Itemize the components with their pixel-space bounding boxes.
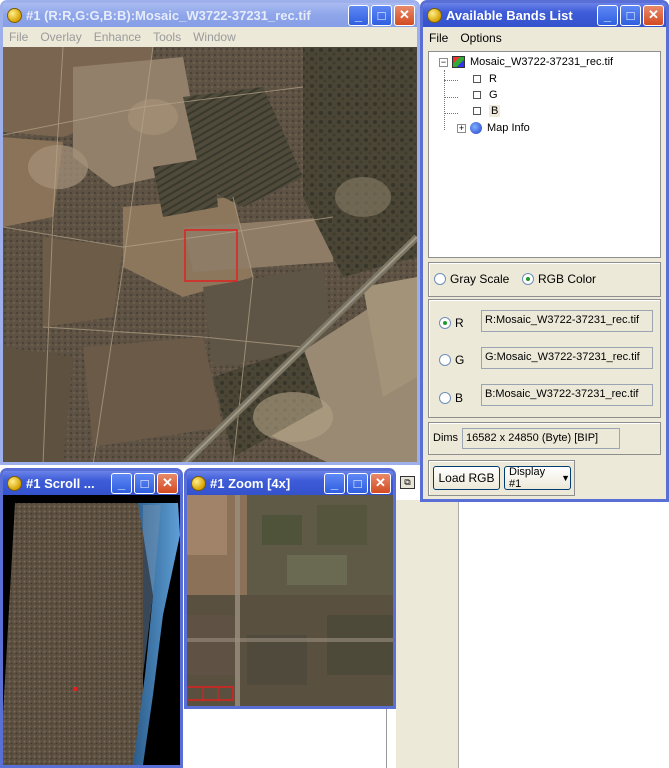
close-button[interactable]: ✕ [370,472,391,494]
color-mode-group: Gray Scale RGB Color [428,262,661,297]
tree-band-b[interactable]: B [473,105,501,117]
action-group: Load RGB Display #1 ▼ [428,460,575,496]
channel-g-radio[interactable] [439,354,451,366]
channel-b-radio[interactable] [439,392,451,404]
background-panel [396,500,459,768]
window-link-icon[interactable]: ⧉ [400,476,415,489]
tree-band-g[interactable]: G [473,89,498,101]
scroll-window-titlebar[interactable]: #1 Scroll ... _ □ ✕ [3,471,180,495]
tree-map-info[interactable]: + Map Info [457,122,530,134]
minimize-button[interactable]: _ [597,4,618,26]
envi-globe-icon [7,7,22,23]
rgb-channel-group: R R:Mosaic_W3722-37231_rec.tif G G:Mosai… [428,299,661,418]
channel-g-label: G [455,353,465,367]
image-menubar: File Overlay Enhance Tools Window [3,27,417,47]
dims-group: Dims 16582 x 24850 (Byte) [BIP] [428,422,661,455]
scroll-overview-image[interactable] [3,495,180,765]
bands-window-title: Available Bands List [446,7,573,23]
envi-globe-icon [427,7,442,23]
band-r-label: R [489,73,497,85]
tree-connector [444,97,458,98]
minimize-button[interactable]: _ [348,4,369,26]
channel-b-option[interactable]: B [439,391,463,405]
file-stack-icon [452,56,465,68]
menu-tools[interactable]: Tools [147,30,187,44]
menu-window[interactable]: Window [187,30,242,44]
channel-r-label: R [455,316,464,330]
zoom-window-title: #1 Zoom [4x] [210,475,291,491]
channel-g-option[interactable]: G [439,353,464,367]
zoom-image[interactable] [187,495,393,706]
channel-r-option[interactable]: R [439,316,464,330]
collapse-icon[interactable]: − [439,57,448,67]
image-window-titlebar[interactable]: #1 (R:R,G:G,B:B):Mosaic_W3722-37231_rec.… [3,3,417,27]
rgb-color-option[interactable]: RGB Color [522,272,596,286]
rgb-color-label: RGB Color [538,272,597,286]
satellite-image[interactable] [3,47,417,465]
tree-file-node[interactable]: − Mosaic_W3722-37231_rec.tif [439,56,613,68]
bands-window-titlebar[interactable]: Available Bands List _ □ ✕ [423,3,666,27]
scroll-window: #1 Scroll ... _ □ ✕ [0,468,183,768]
rgb-color-radio[interactable] [522,273,534,285]
channel-b-field[interactable]: B:Mosaic_W3722-37231_rec.tif [481,384,653,406]
minimize-button[interactable]: _ [111,472,132,494]
menu-options[interactable]: Options [454,31,507,45]
bands-menubar: File Options [423,27,666,48]
gray-scale-option[interactable]: Gray Scale [434,272,509,286]
dims-value: 16582 x 24850 (Byte) [BIP] [462,428,620,449]
tree-band-r[interactable]: R [473,73,497,85]
band-leaf-icon [473,91,481,99]
background-divider [386,709,387,768]
channel-b-label: B [455,391,464,405]
tree-connector [444,113,458,114]
expand-icon[interactable]: + [457,123,466,133]
map-info-label: Map Info [487,122,530,134]
channel-r-radio[interactable] [439,317,451,329]
menu-file[interactable]: File [3,30,34,44]
maximize-button[interactable]: □ [134,472,155,494]
maximize-button[interactable]: □ [620,4,641,26]
band-g-label: G [489,89,498,101]
image-window-title: #1 (R:R,G:G,B:B):Mosaic_W3722-37231_rec.… [26,7,311,23]
maximize-button[interactable]: □ [347,472,368,494]
tree-connector [444,80,458,81]
band-leaf-icon [473,75,481,83]
band-leaf-icon [473,107,481,115]
dropdown-arrow-icon: ▼ [561,473,570,483]
image-window: #1 (R:R,G:G,B:B):Mosaic_W3722-37231_rec.… [0,0,420,465]
channel-g-field[interactable]: G:Mosaic_W3722-37231_rec.tif [481,347,653,369]
display-select-value: Display #1 [509,466,546,490]
file-name-label: Mosaic_W3722-37231_rec.tif [470,56,614,68]
available-bands-window: Available Bands List _ □ ✕ File Options … [420,0,669,502]
channel-r-field[interactable]: R:Mosaic_W3722-37231_rec.tif [481,310,653,332]
menu-enhance[interactable]: Enhance [88,30,147,44]
display-select[interactable]: Display #1 ▼ [504,466,571,490]
dims-label: Dims [433,432,459,444]
close-button[interactable]: ✕ [157,472,178,494]
close-button[interactable]: ✕ [643,4,664,26]
zoom-window: #1 Zoom [4x] _ □ ✕ [184,468,396,709]
load-rgb-button[interactable]: Load RGB [433,466,500,490]
band-b-label: B [489,105,501,117]
globe-icon [470,122,482,134]
gray-scale-radio[interactable] [434,273,446,285]
maximize-button[interactable]: □ [371,4,392,26]
scroll-window-title: #1 Scroll ... [26,475,95,491]
close-button[interactable]: ✕ [394,4,415,26]
envi-globe-icon [7,475,22,491]
menu-overlay[interactable]: Overlay [34,30,87,44]
zoom-window-titlebar[interactable]: #1 Zoom [4x] _ □ ✕ [187,471,393,495]
envi-globe-icon [191,475,206,491]
menu-file[interactable]: File [423,31,454,45]
band-tree[interactable]: − Mosaic_W3722-37231_rec.tif R G B + Map… [428,51,661,258]
scroll-position-marker[interactable] [73,687,77,691]
tree-connector [444,70,445,130]
minimize-button[interactable]: _ [324,472,345,494]
gray-scale-label: Gray Scale [450,272,510,286]
